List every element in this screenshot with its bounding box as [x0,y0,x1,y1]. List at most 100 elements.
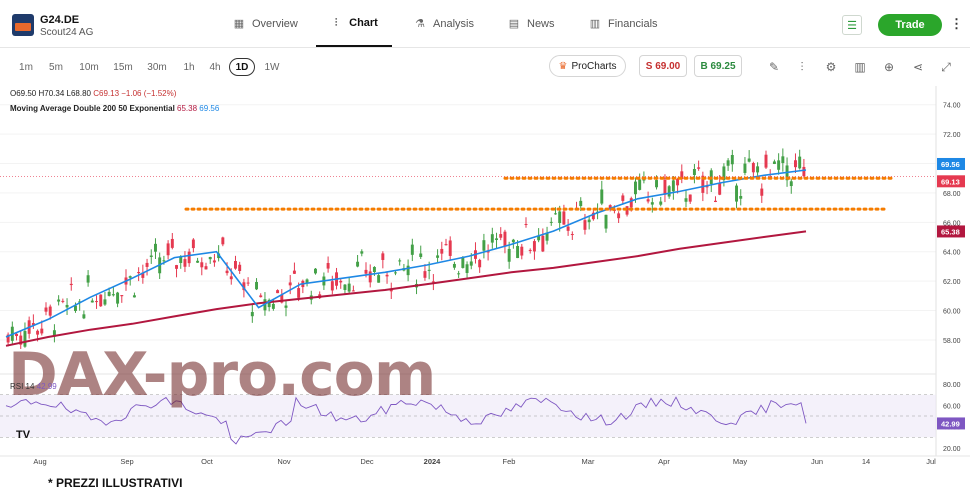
timeframe-5m[interactable]: 5m [44,58,68,76]
share-icon[interactable]: ⋖ [910,59,926,75]
candle-body [448,240,452,256]
candle-body [520,246,524,256]
candle-body [516,245,520,259]
candle-body [381,253,385,260]
candle-body [132,295,136,298]
candle-body [697,167,701,169]
candle-body [288,282,292,286]
sell-button[interactable]: S 69.00 [639,55,687,77]
candle-body [360,251,364,254]
candle-body [726,160,730,166]
pen-icon[interactable]: ✎ [766,59,782,75]
timeframe-10m[interactable]: 10m [76,58,102,76]
candle-body [587,219,591,223]
ma50-value: 69.56 [199,104,220,113]
tab-news-label: News [527,17,555,30]
candle-body [86,275,90,283]
candle-body [347,283,351,292]
timeframe-1h[interactable]: 1h [178,58,200,76]
candle-body [385,274,389,277]
candle-body [250,312,254,317]
rsi-tick-label: 80.00 [943,382,961,389]
candle-body [107,291,111,296]
candle-body [343,284,347,290]
buy-button[interactable]: B 69.25 [694,55,742,77]
price-chart[interactable]: 74.0072.0070.0068.0066.0064.0062.0060.00… [0,86,970,471]
candle-body [326,263,330,269]
tab-news[interactable]: ▤ News [508,0,555,47]
candle-body [764,154,768,168]
candle-body [145,262,149,267]
trade-button[interactable]: Trade [878,14,942,36]
watermark: DAX-pro.com [8,340,436,410]
tab-chart[interactable]: ⫶ Chart [316,0,392,47]
candle-body [684,198,688,202]
illustrative-prices-note: * PREZZI ILLUSTRATIVI [48,476,183,490]
price-badge-label: 69.13 [941,177,960,186]
candle-body [137,272,141,274]
tab-overview[interactable]: ▦ Overview [233,0,298,47]
ohlc-high: H70.34 [38,89,65,98]
candle-body [777,160,781,170]
fullscreen-icon[interactable]: ⤢ [938,59,954,75]
tab-financials[interactable]: ▥ Financials [589,0,658,47]
candle-body [154,243,157,252]
ma-legend: Moving Average Double 200 50 Exponential… [10,104,219,113]
x-tick-label: Jul [926,457,936,466]
chart-toolbar: 1m 5m 10m 15m 30m 1h 4h 1D 1W ♛ ProChart… [0,48,970,86]
candle-body [356,261,360,267]
candle-body [802,166,806,177]
candlestick-icon: ⫶ [334,16,338,29]
candle-body [271,303,275,309]
candle-body [208,257,212,260]
compare-icon[interactable]: ▥ [852,59,868,75]
settings-icon[interactable]: ⚙ [823,59,839,75]
indicators-icon[interactable]: ⫶ [794,59,810,75]
timeframe-30m[interactable]: 30m [144,58,170,76]
candle-body [507,248,511,262]
candle-body [229,276,233,280]
candle-body [15,333,18,337]
x-tick-label: Nov [277,457,291,466]
candle-body [444,244,448,246]
prochart-label: ProCharts [571,60,617,72]
grid-icon: ▦ [233,17,245,30]
more-options-icon[interactable]: ⋮ [950,16,963,32]
candle-body [655,180,658,188]
candle-body [650,202,654,205]
x-tick-label: May [733,457,747,466]
candle-body [756,166,760,173]
x-tick-label: Jun [811,457,823,466]
candle-body [461,257,465,268]
candle-body [638,179,642,190]
company-logo [12,14,34,36]
timeframe-1m[interactable]: 1m [14,58,38,76]
tab-analysis[interactable]: ⚗ Analysis [414,0,474,47]
rsi-badge-label: 42.99 [941,419,960,428]
watchlist-menu-button[interactable]: ☰ [842,15,862,35]
candle-body [128,276,132,278]
candle-body [436,255,440,258]
add-icon[interactable]: ⊕ [881,59,897,75]
y-tick-label: 58.00 [943,338,961,345]
ma200-value: 65.38 [177,104,198,113]
candle-body [196,260,200,263]
candle-body [225,270,229,274]
prochart-button[interactable]: ♛ ProCharts [549,55,626,77]
candle-body [532,241,536,252]
x-tick-label: 2024 [424,457,442,466]
chart-canvas[interactable]: 74.0072.0070.0068.0066.0064.0062.0060.00… [0,86,970,471]
candle-body [377,275,381,283]
ohlc-open: O69.50 [10,89,37,98]
timeframe-15m[interactable]: 15m [110,58,136,76]
candle-body [221,237,225,245]
candle-body [566,226,570,231]
app-header: G24.DE Scout24 AG ▦ Overview ⫶ Chart ⚗ A… [0,0,970,48]
timeframe-1w[interactable]: 1W [261,58,283,76]
rsi-tick-label: 20.00 [943,446,961,453]
candle-body [330,281,334,291]
timeframe-1d[interactable]: 1D [229,58,255,76]
timeframe-4h[interactable]: 4h [204,58,226,76]
candle-body [562,211,566,225]
x-tick-label: Oct [201,457,214,466]
